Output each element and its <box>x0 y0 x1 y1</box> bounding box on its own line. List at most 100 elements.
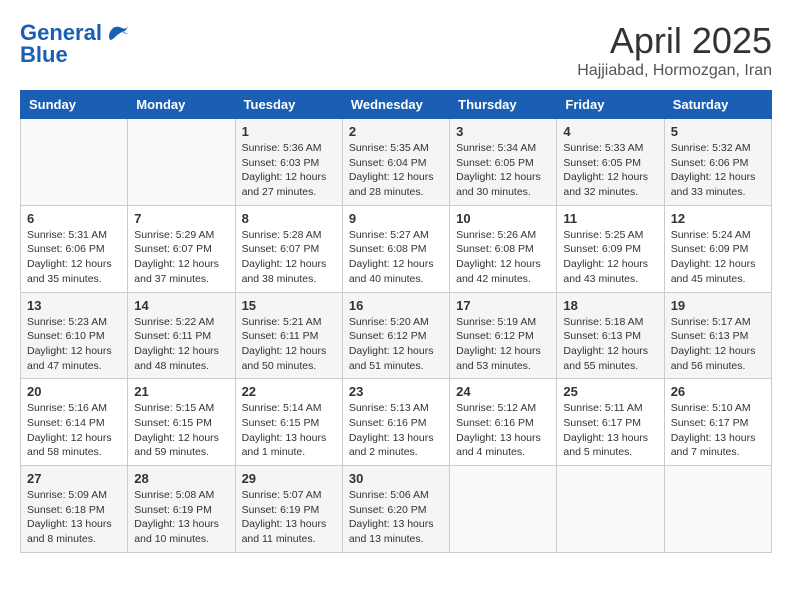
day-number: 1 <box>242 124 336 139</box>
day-number: 26 <box>671 384 765 399</box>
day-info: Sunrise: 5:19 AM Sunset: 6:12 PM Dayligh… <box>456 315 550 374</box>
day-cell: 30 Sunrise: 5:06 AM Sunset: 6:20 PM Dayli… <box>342 466 449 553</box>
day-info: Sunrise: 5:35 AM Sunset: 6:04 PM Dayligh… <box>349 141 443 200</box>
day-info: Sunrise: 5:23 AM Sunset: 6:10 PM Dayligh… <box>27 315 121 374</box>
day-number: 2 <box>349 124 443 139</box>
day-number: 30 <box>349 471 443 486</box>
day-info: Sunrise: 5:20 AM Sunset: 6:12 PM Dayligh… <box>349 315 443 374</box>
day-cell: 3Sunrise: 5:34 AM Sunset: 6:05 PM Daylig… <box>450 119 557 206</box>
col-header-sunday: Sunday <box>21 91 128 119</box>
day-number: 27 <box>27 471 121 486</box>
day-cell: 15 Sunrise: 5:21 AM Sunset: 6:11 PM Dayli… <box>235 292 342 379</box>
day-number: 17 <box>456 298 550 313</box>
logo: General Blue <box>20 20 130 68</box>
day-info: Sunrise: 5:09 AM Sunset: 6:18 PM Dayligh… <box>27 488 121 547</box>
col-header-tuesday: Tuesday <box>235 91 342 119</box>
day-cell: 13 Sunrise: 5:23 AM Sunset: 6:10 PM Dayli… <box>21 292 128 379</box>
day-info: Sunrise: 5:18 AM Sunset: 6:13 PM Dayligh… <box>563 315 657 374</box>
day-number: 6 <box>27 211 121 226</box>
day-number: 13 <box>27 298 121 313</box>
calendar-title: April 2025 <box>577 20 772 62</box>
day-cell: 7 Sunrise: 5:29 AM Sunset: 6:07 PM Daylig… <box>128 205 235 292</box>
day-cell <box>664 466 771 553</box>
day-cell: 5 Sunrise: 5:32 AM Sunset: 6:06 PM Daylig… <box>664 119 771 206</box>
day-number: 16 <box>349 298 443 313</box>
day-cell: 29 Sunrise: 5:07 AM Sunset: 6:19 PM Dayli… <box>235 466 342 553</box>
day-cell: 28 Sunrise: 5:08 AM Sunset: 6:19 PM Dayli… <box>128 466 235 553</box>
day-info: Sunrise: 5:22 AM Sunset: 6:11 PM Dayligh… <box>134 315 228 374</box>
day-cell: 17 Sunrise: 5:19 AM Sunset: 6:12 PM Dayli… <box>450 292 557 379</box>
week-row-4: 20 Sunrise: 5:16 AM Sunset: 6:14 PM Dayli… <box>21 379 772 466</box>
day-cell: 8Sunrise: 5:28 AM Sunset: 6:07 PM Daylig… <box>235 205 342 292</box>
day-number: 28 <box>134 471 228 486</box>
day-number: 29 <box>242 471 336 486</box>
day-info: Sunrise: 5:31 AM Sunset: 6:06 PM Dayligh… <box>27 228 121 287</box>
day-cell: 23Sunrise: 5:13 AM Sunset: 6:16 PM Dayli… <box>342 379 449 466</box>
day-info: Sunrise: 5:16 AM Sunset: 6:14 PM Dayligh… <box>27 401 121 460</box>
day-cell: 1 Sunrise: 5:36 AM Sunset: 6:03 PM Daylig… <box>235 119 342 206</box>
week-row-2: 6 Sunrise: 5:31 AM Sunset: 6:06 PM Daylig… <box>21 205 772 292</box>
day-cell: 18 Sunrise: 5:18 AM Sunset: 6:13 PM Dayli… <box>557 292 664 379</box>
day-number: 11 <box>563 211 657 226</box>
day-info: Sunrise: 5:36 AM Sunset: 6:03 PM Dayligh… <box>242 141 336 200</box>
day-info: Sunrise: 5:34 AM Sunset: 6:05 PM Dayligh… <box>456 141 550 200</box>
day-number: 10 <box>456 211 550 226</box>
day-cell <box>21 119 128 206</box>
day-info: Sunrise: 5:10 AM Sunset: 6:17 PM Dayligh… <box>671 401 765 460</box>
day-info: Sunrise: 5:08 AM Sunset: 6:19 PM Dayligh… <box>134 488 228 547</box>
logo-blue-text: Blue <box>20 42 68 68</box>
day-info: Sunrise: 5:29 AM Sunset: 6:07 PM Dayligh… <box>134 228 228 287</box>
day-number: 8 <box>242 211 336 226</box>
day-number: 12 <box>671 211 765 226</box>
day-number: 18 <box>563 298 657 313</box>
day-cell: 16 Sunrise: 5:20 AM Sunset: 6:12 PM Dayli… <box>342 292 449 379</box>
day-cell: 4 Sunrise: 5:33 AM Sunset: 6:05 PM Daylig… <box>557 119 664 206</box>
day-number: 19 <box>671 298 765 313</box>
day-cell <box>128 119 235 206</box>
day-cell: 26 Sunrise: 5:10 AM Sunset: 6:17 PM Dayli… <box>664 379 771 466</box>
day-number: 20 <box>27 384 121 399</box>
day-info: Sunrise: 5:13 AM Sunset: 6:16 PM Dayligh… <box>349 401 443 460</box>
day-cell <box>557 466 664 553</box>
day-info: Sunrise: 5:32 AM Sunset: 6:06 PM Dayligh… <box>671 141 765 200</box>
day-cell: 6 Sunrise: 5:31 AM Sunset: 6:06 PM Daylig… <box>21 205 128 292</box>
col-header-wednesday: Wednesday <box>342 91 449 119</box>
col-header-saturday: Saturday <box>664 91 771 119</box>
day-cell: 24Sunrise: 5:12 AM Sunset: 6:16 PM Dayli… <box>450 379 557 466</box>
day-cell: 2 Sunrise: 5:35 AM Sunset: 6:04 PM Daylig… <box>342 119 449 206</box>
day-number: 4 <box>563 124 657 139</box>
calendar-table: SundayMondayTuesdayWednesdayThursdayFrid… <box>20 90 772 553</box>
day-info: Sunrise: 5:06 AM Sunset: 6:20 PM Dayligh… <box>349 488 443 547</box>
day-cell: 14 Sunrise: 5:22 AM Sunset: 6:11 PM Dayli… <box>128 292 235 379</box>
week-row-5: 27 Sunrise: 5:09 AM Sunset: 6:18 PM Dayli… <box>21 466 772 553</box>
day-info: Sunrise: 5:07 AM Sunset: 6:19 PM Dayligh… <box>242 488 336 547</box>
col-header-monday: Monday <box>128 91 235 119</box>
day-number: 14 <box>134 298 228 313</box>
day-cell: 21 Sunrise: 5:15 AM Sunset: 6:15 PM Dayli… <box>128 379 235 466</box>
day-number: 24 <box>456 384 550 399</box>
col-header-thursday: Thursday <box>450 91 557 119</box>
day-info: Sunrise: 5:21 AM Sunset: 6:11 PM Dayligh… <box>242 315 336 374</box>
day-info: Sunrise: 5:11 AM Sunset: 6:17 PM Dayligh… <box>563 401 657 460</box>
calendar-location: Hajjiabad, Hormozgan, Iran <box>577 62 772 80</box>
day-cell: 25Sunrise: 5:11 AM Sunset: 6:17 PM Dayli… <box>557 379 664 466</box>
day-info: Sunrise: 5:26 AM Sunset: 6:08 PM Dayligh… <box>456 228 550 287</box>
day-info: Sunrise: 5:15 AM Sunset: 6:15 PM Dayligh… <box>134 401 228 460</box>
day-number: 15 <box>242 298 336 313</box>
day-number: 21 <box>134 384 228 399</box>
day-cell: 11Sunrise: 5:25 AM Sunset: 6:09 PM Dayli… <box>557 205 664 292</box>
day-cell: 22Sunrise: 5:14 AM Sunset: 6:15 PM Dayli… <box>235 379 342 466</box>
day-cell: 10 Sunrise: 5:26 AM Sunset: 6:08 PM Dayli… <box>450 205 557 292</box>
day-cell: 9 Sunrise: 5:27 AM Sunset: 6:08 PM Daylig… <box>342 205 449 292</box>
day-info: Sunrise: 5:27 AM Sunset: 6:08 PM Dayligh… <box>349 228 443 287</box>
day-cell: 20 Sunrise: 5:16 AM Sunset: 6:14 PM Dayli… <box>21 379 128 466</box>
day-cell <box>450 466 557 553</box>
day-info: Sunrise: 5:33 AM Sunset: 6:05 PM Dayligh… <box>563 141 657 200</box>
day-cell: 27 Sunrise: 5:09 AM Sunset: 6:18 PM Dayli… <box>21 466 128 553</box>
logo-bird-icon <box>104 22 130 44</box>
day-number: 7 <box>134 211 228 226</box>
title-area: April 2025 Hajjiabad, Hormozgan, Iran <box>577 20 772 80</box>
week-row-3: 13 Sunrise: 5:23 AM Sunset: 6:10 PM Dayli… <box>21 292 772 379</box>
day-number: 5 <box>671 124 765 139</box>
day-number: 9 <box>349 211 443 226</box>
